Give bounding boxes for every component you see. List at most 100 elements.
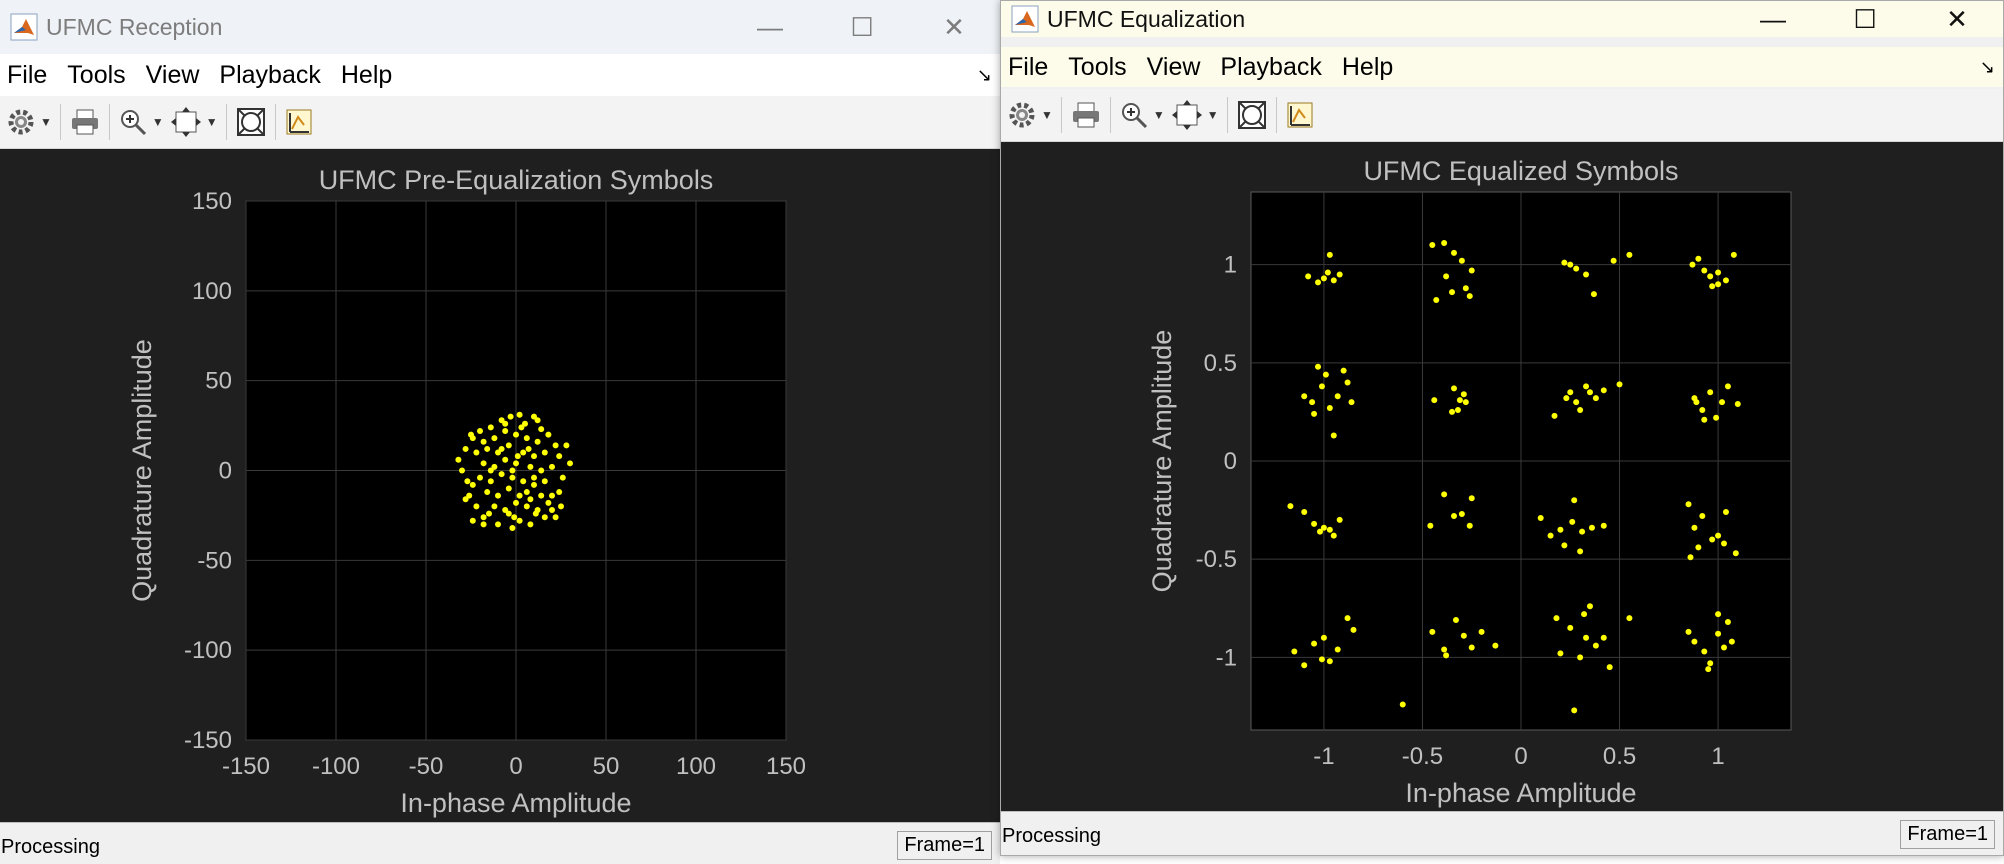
data-point [1719,399,1726,406]
fit-axes-button[interactable]: ▼ [1171,95,1219,135]
data-point [1326,526,1333,533]
print-button[interactable] [69,102,101,142]
title-bar[interactable]: UFMC Reception — ☐ ✕ [0,0,1000,54]
toolbar: ▼ ▼ ▼ [0,96,1000,149]
data-point [513,431,519,438]
data-point [1730,251,1737,258]
data-point [1330,532,1337,539]
menu-file[interactable]: File [1008,53,1048,82]
chevron-down-icon[interactable]: ▼ [40,115,52,129]
data-point [516,411,523,418]
data-point [1311,410,1318,417]
chevron-down-icon[interactable]: ▼ [206,115,218,129]
data-point [1320,275,1327,282]
dock-arrow-icon[interactable]: ↘ [1980,57,1995,78]
fit-axes-icon [1171,100,1202,130]
menu-tools[interactable]: Tools [67,61,125,90]
x-tick-label: 0.5 [1603,743,1636,770]
data-point [545,499,552,506]
data-point [505,485,512,492]
y-tick-label: 1 [1224,252,1237,279]
autoscale-button[interactable] [1236,95,1268,135]
minimize-button[interactable]: — [724,12,816,43]
data-point [468,431,474,438]
menu-view[interactable]: View [1147,53,1201,82]
print-button[interactable] [1070,95,1102,135]
data-point [514,453,521,460]
data-point [1315,279,1322,286]
minimize-button[interactable]: — [1727,4,1819,35]
title-bar[interactable]: UFMC Equalization — ☐ ✕ [1001,1,2003,37]
data-point [1456,397,1463,404]
pre-equalization-plot[interactable]: -150 -100 -50 0 50 100 150 150 100 50 0 -50 -100 -150… [0,149,1000,823]
data-point [1301,662,1308,669]
highlight-button[interactable] [1285,95,1315,135]
data-point [1715,630,1722,637]
data-point [487,424,494,431]
matlab-logo-icon [10,13,38,41]
chevron-down-icon[interactable]: ▼ [1153,108,1165,122]
toolbar-separator [59,104,61,140]
data-point [1311,640,1318,647]
toolbar-separator [1109,97,1111,133]
data-point [509,474,516,481]
data-point [1590,291,1597,298]
menu-help[interactable]: Help [341,61,392,90]
maximize-button[interactable]: ☐ [1819,4,1911,35]
toolbar-separator [225,104,227,140]
close-button[interactable]: ✕ [1911,4,2003,35]
maximize-button[interactable]: ☐ [816,12,908,43]
menu-bar: File Tools View Playback Help ↘ [0,54,1000,96]
data-point [1441,646,1448,653]
x-tick-label: -150 [222,753,270,780]
fit-axes-button[interactable]: ▼ [170,102,218,142]
menu-tools[interactable]: Tools [1068,53,1126,82]
data-point [1577,548,1584,555]
zoom-in-button[interactable]: ▼ [1119,95,1165,135]
chevron-down-icon[interactable]: ▼ [1207,108,1219,122]
settings-button[interactable]: ▼ [1007,95,1053,135]
gear-icon [8,109,34,135]
highlight-button[interactable] [284,102,314,142]
data-point [1468,644,1475,651]
data-point [1344,379,1351,386]
menu-playback[interactable]: Playback [1220,53,1321,82]
data-point [1334,646,1341,653]
x-tick-label: 150 [766,753,806,780]
chevron-down-icon[interactable]: ▼ [152,115,164,129]
status-bar: Processing Frame=1 [0,822,1000,864]
data-point [1316,528,1323,535]
dock-arrow-icon[interactable]: ↘ [977,65,992,86]
data-point [1557,526,1564,533]
chevron-down-icon[interactable]: ▼ [1041,108,1053,122]
data-point [1573,399,1580,406]
data-point [1454,406,1461,413]
figure-area: -1 -0.5 0 0.5 1 1 0.5 0 -0.5 -1 UFMC Equalized Sym… [1001,142,2003,814]
x-tick-label: -1 [1313,743,1334,770]
y-tick-label: -50 [197,547,232,574]
menu-file[interactable]: File [7,61,47,90]
close-button[interactable]: ✕ [908,12,1000,43]
menu-help[interactable]: Help [1342,53,1393,82]
data-point [1427,522,1434,529]
zoom-in-icon [1121,103,1147,129]
zoom-in-button[interactable]: ▼ [118,102,164,142]
menu-view[interactable]: View [146,61,200,90]
status-text: Processing [1,836,100,858]
data-point [538,426,545,433]
equalized-plot[interactable]: -1 -0.5 0 0.5 1 1 0.5 0 -0.5 -1 UFMC Equalized Sym… [1001,142,2003,814]
data-point [480,521,487,528]
autoscale-button[interactable] [235,102,267,142]
data-point [520,478,527,485]
settings-button[interactable]: ▼ [6,102,52,142]
window-controls: — ☐ ✕ [724,0,1000,54]
data-point [1458,511,1465,518]
data-point [1301,393,1308,400]
menu-playback[interactable]: Playback [219,61,320,90]
fit-axes-icon [170,107,201,137]
data-point [1291,648,1298,655]
x-axis-label: In-phase Amplitude [400,788,631,818]
data-point [1722,509,1729,516]
data-point [527,496,534,503]
data-point [1691,524,1698,531]
